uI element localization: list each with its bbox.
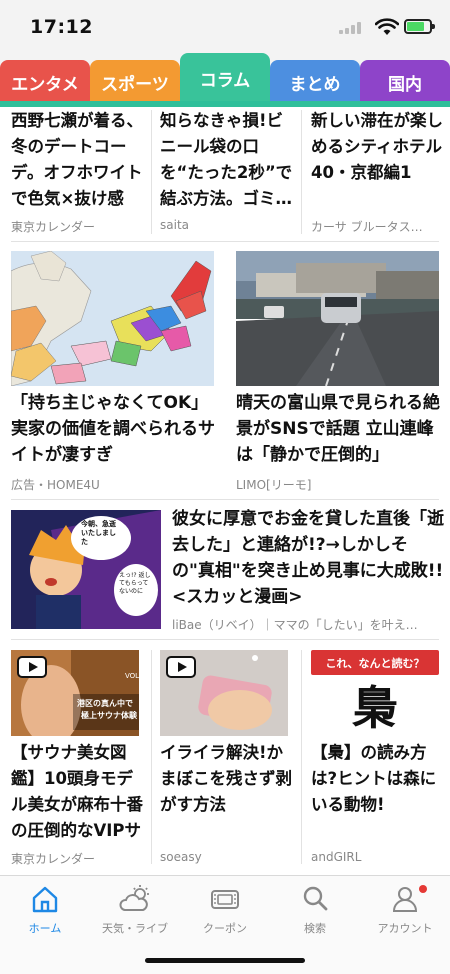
nav-search[interactable]: 検索 <box>270 882 360 942</box>
article-title: 西野七瀬が着る、冬のデートコーデ。オフホワイトで色気×抜け感を! <box>11 111 143 208</box>
nav-coupon[interactable]: クーポン <box>180 882 270 942</box>
article-title: 彼女に厚意でお金を貸した直後「逝去した」と連絡が!?→しかしその"真相"を突き止… <box>172 509 444 607</box>
japan-map-image[interactable] <box>11 251 214 386</box>
signal-icon <box>339 22 367 34</box>
article-source: 東京カレンダー <box>11 220 96 234</box>
divider <box>11 499 439 500</box>
article-title: 「持ち主じゃなくてOK」実家の価値を調べられるサイトが凄すぎ <box>11 393 215 465</box>
divider <box>151 110 152 234</box>
tab-column[interactable]: コラム <box>180 53 270 104</box>
article-card[interactable]: 西野七瀬が着る、冬のデートコーデ。オフホワイトで色気×抜け感を! 東京カレンダー <box>11 108 146 236</box>
nav-label: 検索 <box>304 922 326 935</box>
manga-speech-2: えっ!? 返してもらってないのに <box>119 572 151 595</box>
article-source: liBae（リベイ）｜ママの「したい」を叶え… <box>172 618 418 632</box>
quiz-kanji[interactable]: 梟 <box>311 682 439 734</box>
article-card[interactable]: 知らなきゃ損!ビニール袋の口を“たった2秒”で結ぶ方法。ゴミ… saita <box>160 108 296 236</box>
tab-sports[interactable]: スポーツ <box>90 60 180 104</box>
article-card[interactable]: 彼女に厚意でお金を貸した直後「逝去した」と連絡が!?→しかしその"真相"を突き止… <box>172 506 444 632</box>
divider <box>301 110 302 234</box>
manga-thumbnail[interactable]: 今朝、急逝いたしました えっ!? 返してもらってないのに <box>11 510 161 629</box>
battery-icon <box>404 19 435 34</box>
article-card[interactable]: 「持ち主じゃなくてOK」実家の価値を調べられるサイトが凄すぎ 広告・HOME4U <box>11 390 221 494</box>
play-icon <box>17 656 47 678</box>
divider <box>11 241 439 242</box>
clock: 17:12 <box>30 16 93 38</box>
active-tab-indicator <box>0 101 450 107</box>
tab-entertainment[interactable]: エンタメ <box>0 60 90 104</box>
article-title: イライラ解決!かまぼこを残さず剥がす方法 <box>160 743 292 814</box>
article-title: 【サウナ美女図鑑】10頭身モデル美女が麻布十番の圧倒的なVIPサウナで… <box>11 743 143 840</box>
divider <box>301 650 302 864</box>
divider <box>151 650 152 864</box>
article-card[interactable]: イライラ解決!かまぼこを残さず剥がす方法 soeasy <box>160 740 296 870</box>
article-title: 新しい滞在が楽しめるシティホテル40・京都編1 <box>311 111 443 182</box>
home-icon <box>32 886 58 913</box>
nav-weather[interactable]: 天気・ライブ <box>90 882 180 942</box>
article-title: 【梟】の読み方は?ヒントは森にいる動物! <box>311 743 437 814</box>
nav-account[interactable]: アカウント <box>360 882 450 942</box>
article-title: 知らなきゃ損!ビニール袋の口を“たった2秒”で結ぶ方法。ゴミ… <box>160 111 293 208</box>
article-card[interactable]: 晴天の富山県で見られる絶景がSNSで話題 立山連峰は「静かで圧倒的」 LIMO[… <box>236 390 446 494</box>
divider <box>11 639 439 640</box>
article-source: 広告・HOME4U <box>11 478 100 492</box>
article-card[interactable]: 新しい滞在が楽しめるシティホテル40・京都編1 カーサ ブルータス… <box>311 108 447 236</box>
search-icon <box>303 886 328 911</box>
tab-matome[interactable]: まとめ <box>270 60 360 104</box>
kamaboko-video-thumbnail[interactable] <box>160 650 288 736</box>
article-source: LIMO[リーモ] <box>236 478 312 492</box>
quiz-badge: これ、なんと読む？ <box>311 650 439 675</box>
article-card[interactable]: 【梟】の読み方は?ヒントは森にいる動物! andGIRL <box>311 740 447 870</box>
wifi-icon <box>375 18 399 35</box>
home-indicator <box>145 958 305 963</box>
category-tabs: エンタメ スポーツ コラム まとめ 国内 <box>0 53 450 104</box>
article-source: 東京カレンダー <box>11 852 96 866</box>
account-icon <box>392 887 418 912</box>
coupon-icon <box>211 890 239 909</box>
play-icon <box>166 656 196 678</box>
article-card[interactable]: 【サウナ美女図鑑】10頭身モデル美女が麻布十番の圧倒的なVIPサウナで… 東京カ… <box>11 740 147 870</box>
nav-label: クーポン <box>203 922 247 935</box>
notification-dot <box>419 885 427 893</box>
manga-speech-1: 今朝、急逝いたしました <box>81 520 116 546</box>
weather-icon <box>119 885 149 911</box>
article-source: カーサ ブルータス… <box>311 220 423 234</box>
status-bar: 17:12 <box>0 0 450 56</box>
nav-home[interactable]: ホーム <box>0 882 90 942</box>
thumb-caption-2: 極上サウナ体験 <box>81 711 137 720</box>
tab-domestic[interactable]: 国内 <box>360 60 450 104</box>
thumb-caption-3: VOL <box>125 672 139 680</box>
nav-label: アカウント <box>377 922 433 935</box>
article-source: saita <box>160 218 189 232</box>
article-title: 晴天の富山県で見られる絶景がSNSで話題 立山連峰は「静かで圧倒的」 <box>236 393 440 465</box>
nav-label: ホーム <box>28 922 62 935</box>
article-source: soeasy <box>160 850 202 864</box>
thumb-caption-1: 港区の真ん中で <box>77 699 133 708</box>
sauna-video-thumbnail[interactable]: 港区の真ん中で 極上サウナ体験 VOL <box>11 650 139 736</box>
article-source: andGIRL <box>311 850 362 864</box>
nav-label: 天気・ライブ <box>102 922 168 935</box>
toyama-road-photo[interactable] <box>236 251 439 386</box>
